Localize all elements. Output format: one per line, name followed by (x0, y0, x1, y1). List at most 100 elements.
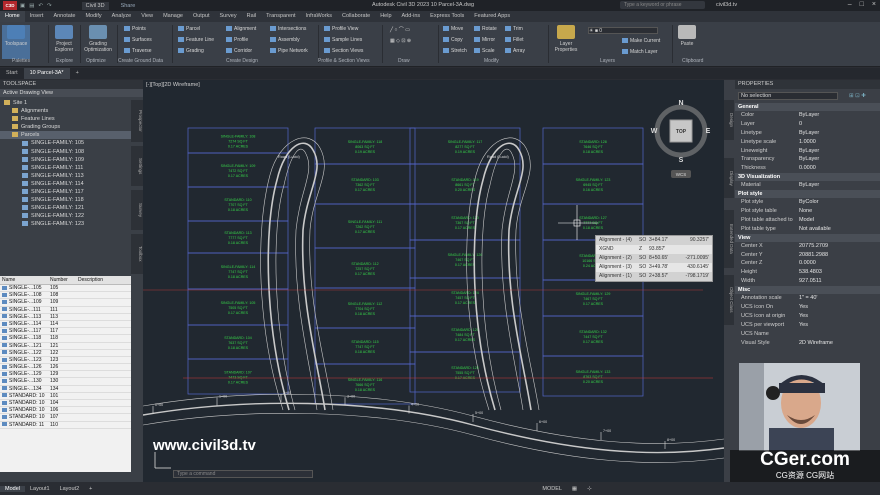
compass-label[interactable]: E (706, 128, 711, 135)
tree-item-parcel[interactable]: SINGLE-FAMILY: 123 (0, 220, 143, 228)
property-row[interactable]: UCS icon On Yes (735, 303, 880, 312)
pipe-network-button[interactable]: Pipe Network (270, 48, 308, 54)
table-row[interactable]: SINGLE-...121 121 (0, 343, 131, 350)
tree-item[interactable]: Parcels (0, 131, 143, 140)
command-input[interactable]: Type a command (173, 470, 313, 478)
profile-view-button[interactable]: Profile View (324, 26, 358, 32)
ribbon-tab[interactable]: Output (188, 11, 215, 22)
tree-item-parcel[interactable]: SINGLE-FAMILY: 114 (0, 180, 143, 188)
tree-item-parcel[interactable]: SINGLE-FAMILY: 109 (0, 156, 143, 164)
tree-item[interactable]: Grading Groups (0, 123, 143, 131)
layer-properties-button[interactable]: Layer Properties (552, 25, 580, 59)
tree-item-parcel[interactable]: SINGLE-FAMILY: 118 (0, 196, 143, 204)
tree-item-parcel[interactable]: SINGLE-FAMILY: 113 (0, 172, 143, 180)
property-row[interactable]: Width 927.0511 (735, 277, 880, 286)
viewport-controls[interactable]: [-][Top][2D Wireframe] (146, 82, 200, 88)
ribbon-tab[interactable]: Analyze (107, 11, 137, 22)
table-row[interactable]: SINGLE-...117 117 (0, 328, 131, 336)
property-row[interactable]: Lineweight ByLayer (735, 147, 880, 156)
redo-icon[interactable]: ↷ (47, 3, 52, 9)
property-row[interactable]: UCS icon at origin Yes (735, 312, 880, 321)
table-row[interactable]: SINGLE-...108 108 (0, 292, 131, 300)
ribbon-tab[interactable]: Add-ins (397, 11, 426, 22)
property-row[interactable]: Center Z 0.0000 (735, 259, 880, 268)
feature-line-button[interactable]: Feature Line (178, 37, 214, 43)
copy-button[interactable]: Copy (443, 37, 463, 43)
move-button[interactable]: Move (443, 26, 463, 32)
ribbon-tab[interactable]: View (136, 11, 158, 22)
toolspace-button[interactable]: Toolspace (2, 25, 30, 59)
tab-model[interactable]: Model (0, 485, 25, 492)
minimize-icon[interactable]: – (848, 1, 852, 8)
table-row[interactable]: SINGLE-...129 129 (0, 371, 131, 379)
tree-item-parcel[interactable]: SINGLE-FAMILY: 105 (0, 139, 143, 147)
property-row[interactable]: Color ByLayer (735, 111, 880, 120)
ribbon-tab[interactable]: Featured Apps (469, 11, 515, 22)
compass-label[interactable]: N (678, 100, 683, 107)
property-row[interactable]: Annotation scale 1" = 40' (735, 294, 880, 303)
rotate-button[interactable]: Rotate (474, 26, 497, 32)
property-row[interactable]: UCS per viewport Yes (735, 321, 880, 330)
mirror-button[interactable]: Mirror (474, 37, 495, 43)
table-row[interactable]: STANDARD: 10 107 (0, 414, 131, 422)
table-row[interactable]: STANDARD: 11 110 (0, 422, 131, 429)
tab-toolbox[interactable]: Toolbox (131, 234, 143, 274)
property-row[interactable]: Height 538.4803 (735, 268, 880, 277)
property-section[interactable]: View (735, 233, 880, 242)
parcel-button[interactable]: Parcel (178, 26, 200, 32)
model-space-toggle[interactable]: MODEL (537, 486, 567, 492)
compass-label[interactable]: S (679, 157, 684, 164)
property-row[interactable]: Plot table type Not available (735, 225, 880, 234)
ribbon-tab[interactable]: Modify (80, 11, 106, 22)
active-drawing-view[interactable]: Active Drawing View (0, 89, 143, 97)
property-row[interactable]: Layer 0 (735, 120, 880, 129)
corridor-button[interactable]: Corridor (226, 48, 252, 54)
tree-item-parcel[interactable]: SINGLE-FAMILY: 108 (0, 148, 143, 156)
table-row[interactable]: SINGLE-...111 111 (0, 307, 131, 314)
property-row[interactable]: UCS Name (735, 330, 880, 339)
intersections-button[interactable]: Intersections (270, 26, 306, 32)
layer-dropdown[interactable]: ☀ ■ 0 (588, 27, 658, 34)
table-row[interactable]: STANDARD: 10 101 (0, 393, 131, 400)
workspace-select[interactable]: Civil 3D (81, 1, 109, 10)
tree-item-parcel[interactable]: SINGLE-FAMILY: 121 (0, 204, 143, 212)
compass-label[interactable]: TOP (676, 129, 687, 135)
ribbon-tab[interactable]: Insert (25, 11, 49, 22)
tab-survey[interactable]: Survey (131, 190, 143, 230)
sample-lines-button[interactable]: Sample Lines (324, 37, 362, 43)
grid-icon[interactable]: ▦ (567, 486, 582, 492)
table-row[interactable]: SINGLE-...109 109 (0, 299, 131, 307)
viewcube[interactable]: TOP N S E W (651, 100, 711, 164)
tree-item[interactable]: Feature Lines (0, 115, 143, 123)
stretch-button[interactable]: Stretch (443, 48, 467, 54)
property-row[interactable]: Plot style ByColor (735, 198, 880, 207)
array-button[interactable]: Array (505, 48, 525, 54)
property-section[interactable]: Plot style (735, 190, 880, 199)
ribbon-tab[interactable]: InfraWorks (301, 11, 338, 22)
property-row[interactable]: Center Y 20881.2988 (735, 251, 880, 260)
property-row[interactable]: Thickness 0.0000 (735, 164, 880, 173)
open-icon[interactable]: ▣ (20, 3, 25, 9)
ribbon-tab[interactable]: Manage (158, 11, 188, 22)
tab-start[interactable]: Start (0, 68, 24, 79)
search-input[interactable]: Type a keyword or phrase (620, 1, 705, 9)
property-row[interactable]: Plot style table None (735, 207, 880, 216)
tab-object-class[interactable]: Object Class (724, 275, 734, 325)
table-row[interactable]: SINGLE-...113 113 (0, 314, 131, 321)
table-row[interactable]: SINGLE-...122 122 (0, 350, 131, 357)
points-button[interactable]: Points (124, 26, 146, 32)
property-row[interactable]: Linetype ByLayer (735, 129, 880, 138)
ribbon-tab[interactable]: Survey (214, 11, 241, 22)
undo-icon[interactable]: ↶ (38, 3, 43, 9)
table-row[interactable]: SINGLE-...130 130 (0, 378, 131, 386)
property-row[interactable]: Linetype scale 1.0000 (735, 138, 880, 147)
table-row[interactable]: SINGLE-...126 126 (0, 364, 131, 372)
tab-drawing[interactable]: 10 Parcel-3A* (23, 68, 70, 79)
table-row[interactable]: SINGLE-...123 123 (0, 357, 131, 365)
tree-item-parcel[interactable]: SINGLE-FAMILY: 117 (0, 188, 143, 196)
column-number[interactable]: Number (48, 276, 76, 284)
draw-tools-2[interactable]: ▦ ◇ ⊡ ⊕ (390, 38, 411, 44)
tab-layout1[interactable]: Layout1 (25, 486, 55, 492)
snap-icon[interactable]: ⊹ (582, 486, 597, 492)
section-views-button[interactable]: Section Views (324, 48, 363, 54)
